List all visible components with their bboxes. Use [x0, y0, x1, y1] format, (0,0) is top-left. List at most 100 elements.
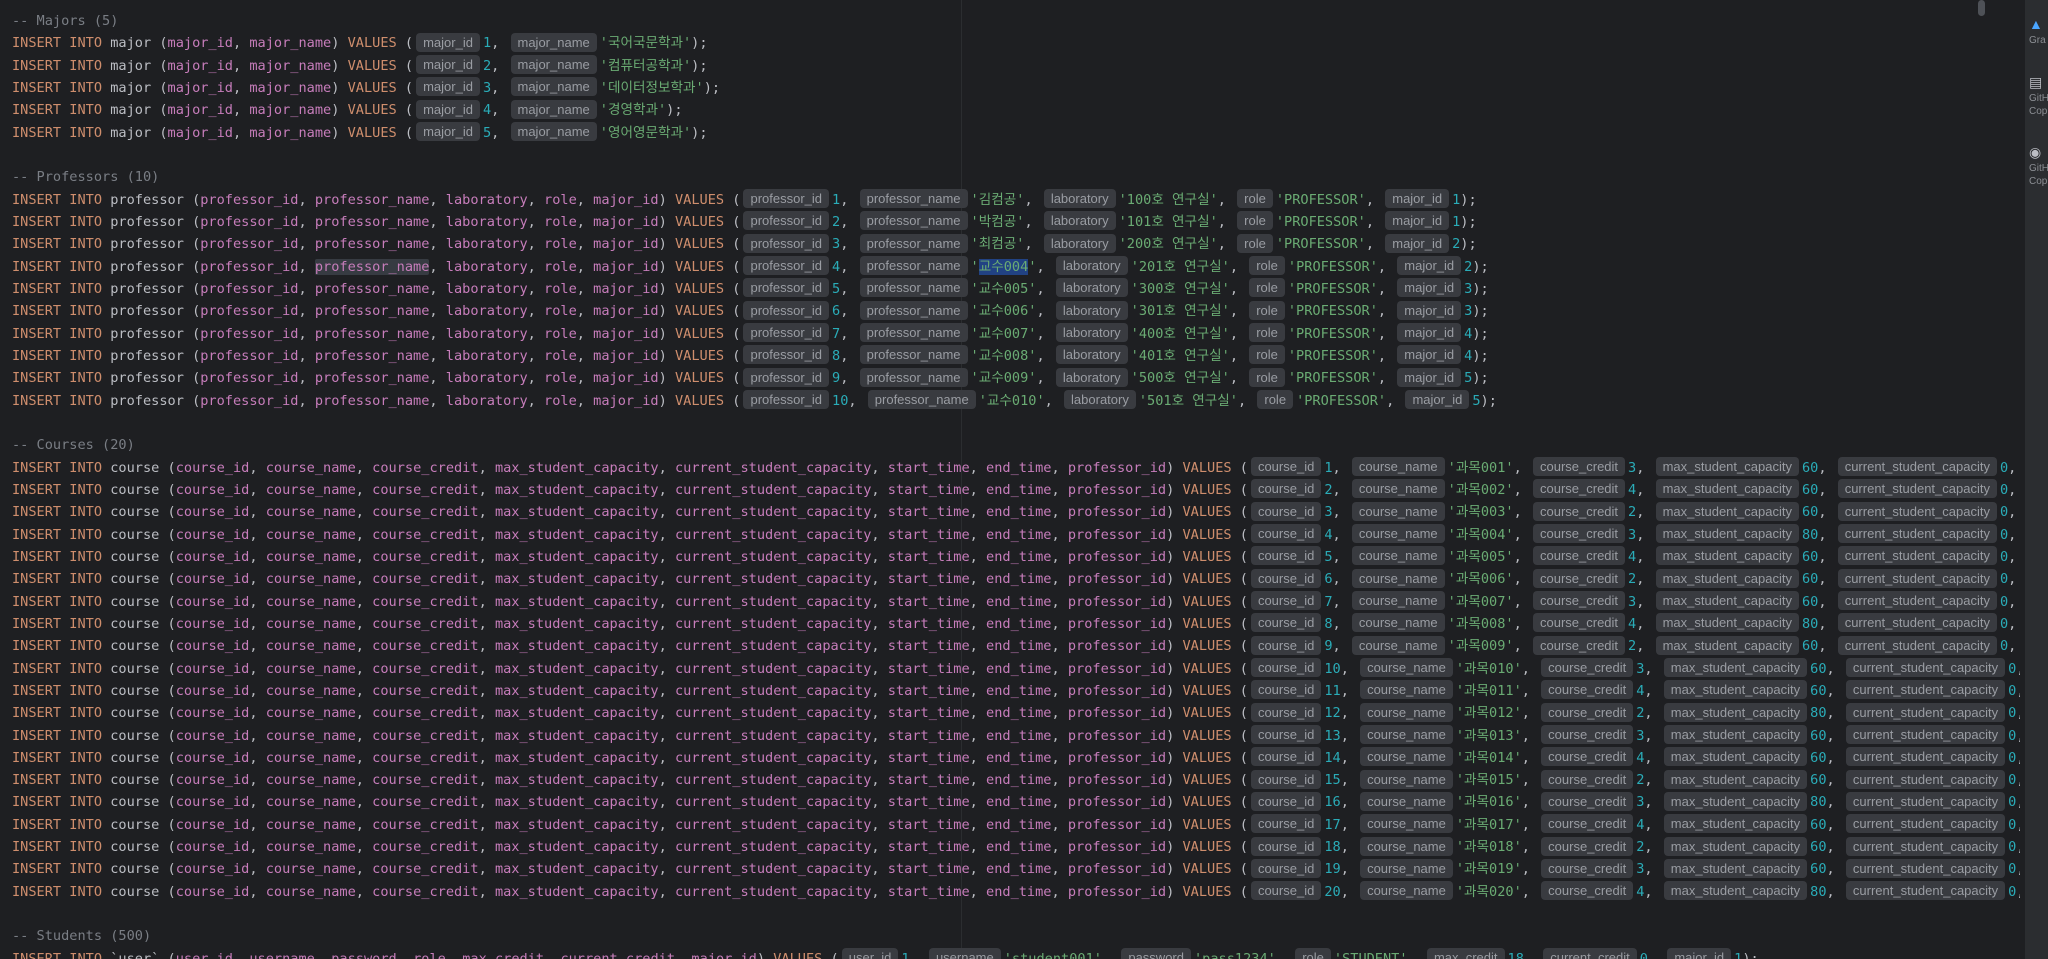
code-token: ,	[429, 370, 446, 387]
column-name: professor_id	[200, 213, 299, 230]
column-name: max_student_capacity	[494, 839, 659, 856]
code-editor[interactable]: -- Majors (5) INSERT INTO major (major_id…	[0, 0, 2020, 959]
code-token: ,	[871, 548, 888, 565]
insert-professor-line: INSERT INTO professor (professor_id, pro…	[12, 189, 2020, 211]
code-token: ,	[249, 861, 266, 878]
code-token: ,	[1332, 571, 1349, 588]
column-name: current_student_capacity	[675, 548, 872, 565]
code-token: ,	[527, 280, 545, 297]
code-token: ,	[491, 79, 508, 96]
parameter-hint: laboratory	[1055, 278, 1128, 298]
code-token: ,	[658, 705, 675, 722]
code-token: ,	[658, 883, 675, 900]
code-token: ,	[355, 794, 373, 811]
column-name: course_credit	[372, 816, 479, 833]
code-token: ,	[969, 682, 987, 699]
sql-value: 'PROFESSOR'	[1275, 213, 1366, 230]
github-copilot-chat-tool-button[interactable]: ▤ GitH Cop	[2029, 75, 2048, 118]
sql-value: '과목002'	[1447, 481, 1514, 498]
code-token: ,	[1636, 548, 1653, 565]
code-token: ,	[1340, 660, 1358, 677]
sql-value: '과목019'	[1455, 861, 1522, 878]
code-token: );	[1472, 280, 1489, 297]
code-token: professor	[110, 280, 193, 297]
sql-value: 2	[1628, 504, 1637, 521]
code-token: ,	[249, 705, 266, 722]
insert-professor-line: INSERT INTO professor (professor_id, pro…	[12, 323, 2020, 345]
code-token: ,	[1644, 861, 1661, 878]
column-name: course_credit	[372, 526, 479, 543]
code-token: );	[1472, 370, 1489, 387]
column-name: course_credit	[372, 705, 479, 722]
column-name: current_student_capacity	[675, 861, 872, 878]
parameter-hint: max_student_capacity	[1655, 479, 1799, 499]
column-name: course_credit	[372, 794, 479, 811]
code-token: (	[1239, 638, 1248, 655]
code-token: (	[1239, 526, 1248, 543]
sql-value: 60	[1801, 548, 1819, 565]
code-token: ,	[1340, 794, 1358, 811]
insert-course-line: INSERT INTO course (course_id, course_na…	[12, 769, 2020, 791]
column-name: course_id	[175, 571, 250, 588]
code-token: ,	[527, 303, 545, 320]
code-token: (	[167, 459, 176, 476]
sql-value: '데이터정보학과'	[599, 79, 704, 96]
column-name: current_student_capacity	[675, 593, 872, 610]
code-token: ,	[658, 459, 675, 476]
column-name: course_credit	[372, 772, 479, 789]
vertical-scrollbar[interactable]	[1978, 0, 1986, 959]
code-token: ,	[1826, 883, 1843, 900]
code-token: (	[1239, 839, 1248, 856]
sql-value: 13	[1324, 727, 1341, 744]
insert-major-line: INSERT INTO major (major_id, major_name)…	[12, 32, 2020, 54]
code-token: (	[732, 258, 741, 275]
parameter-hint: professor_id	[743, 256, 830, 276]
parameter-hint: laboratory	[1064, 390, 1136, 410]
sql-value: '300호 연구실'	[1130, 280, 1230, 297]
code-token: ,	[658, 571, 675, 588]
code-token: course	[110, 481, 168, 498]
column-name: course_name	[265, 705, 356, 722]
parameter-hint: max_student_capacity	[1655, 635, 1799, 655]
sql-value: 10	[1324, 660, 1341, 677]
code-token: (	[1239, 794, 1248, 811]
parameter-hint: course_id	[1250, 457, 1322, 477]
sql-value: '500호 연구실'	[1130, 370, 1230, 387]
scrollbar-thumb[interactable]	[1978, 0, 1985, 16]
code-token: ,	[840, 213, 857, 230]
column-name: course_id	[175, 459, 250, 476]
code-token: ,	[840, 280, 857, 297]
parameter-hint: role	[1249, 256, 1285, 276]
gradle-tool-button[interactable]: ▲ Gra	[2029, 17, 2048, 47]
sql-value-selected: '교수004'	[970, 258, 1037, 275]
sql-value: 'student001'	[1003, 950, 1102, 959]
parameter-hint: current_student_capacity	[1837, 501, 1997, 521]
sql-value: 60	[1810, 772, 1827, 789]
parameter-hint: course_name	[1351, 457, 1445, 477]
code-token: ,	[1826, 705, 1843, 722]
editor-lines[interactable]: -- Majors (5) INSERT INTO major (major_id…	[12, 10, 2020, 959]
code-token: ,	[871, 705, 888, 722]
column-name: course_id	[175, 883, 250, 900]
insert-professor-line: INSERT INTO professor (professor_id, pro…	[12, 233, 2020, 255]
code-token: ,	[658, 526, 675, 543]
code-token: ,	[355, 861, 373, 878]
column-name: current_student_capacity	[675, 615, 872, 632]
code-token: ,	[871, 504, 888, 521]
code-token: ,	[658, 593, 675, 610]
parameter-hint: course_id	[1250, 747, 1322, 767]
column-name: current_student_capacity	[675, 638, 872, 655]
code-token: );	[1472, 325, 1489, 342]
parameter-hint: major_id	[1397, 367, 1462, 387]
parameter-hint: max_student_capacity	[1663, 881, 1808, 901]
column-name: major_name	[249, 124, 332, 141]
code-token: ,	[2016, 817, 2020, 833]
code-token: course	[110, 749, 168, 766]
code-token: (	[1239, 682, 1248, 699]
column-name: start_time	[887, 593, 970, 610]
sql-value: 60	[1810, 660, 1827, 677]
sql-value: 60	[1801, 481, 1819, 498]
github-copilot-tool-button[interactable]: ◉ GitH Cop	[2029, 145, 2048, 188]
code-token: ,	[2016, 683, 2020, 699]
parameter-hint: major_id	[416, 32, 480, 52]
